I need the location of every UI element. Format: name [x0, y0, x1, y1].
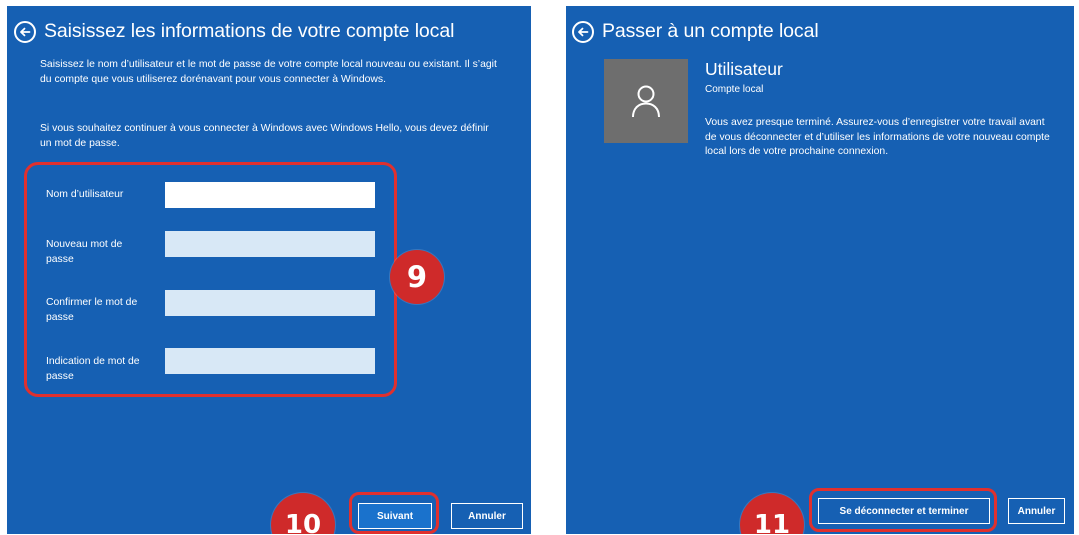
- finish-message: Vous avez presque terminé. Assurez-vous …: [705, 117, 1050, 158]
- account-type: Compte local: [705, 84, 764, 95]
- signout-button[interactable]: Se déconnecter et terminer: [818, 498, 990, 524]
- user-name: Utilisateur: [705, 59, 783, 79]
- form-highlight: [24, 162, 397, 397]
- title-row: Passer à un compte local: [572, 20, 819, 43]
- cancel-button[interactable]: Annuler: [451, 503, 523, 529]
- cancel-button[interactable]: Annuler: [1008, 498, 1065, 524]
- title-row: Saisissez les informations de votre comp…: [14, 20, 454, 43]
- step-badge-9: 9: [390, 250, 444, 304]
- back-arrow-icon[interactable]: [14, 20, 36, 43]
- hello-text: Si vous souhaitez continuer à vous conne…: [40, 123, 489, 149]
- step-badge-10: 10: [271, 493, 335, 534]
- page-title: Saisissez les informations de votre comp…: [44, 20, 455, 42]
- page-title: Passer à un compte local: [602, 20, 819, 42]
- avatar: [604, 59, 688, 143]
- next-button[interactable]: Suivant: [358, 503, 432, 529]
- step-badge-11: 11: [740, 493, 804, 534]
- user-icon: [632, 85, 660, 118]
- switch-to-local-panel: Passer à un compte local Utilisateur Com…: [566, 6, 1074, 534]
- local-account-info-panel: Saisissez les informations de votre comp…: [7, 6, 531, 534]
- intro-text: Saisissez le nom d’utilisateur et le mot…: [40, 59, 497, 85]
- back-arrow-icon[interactable]: [572, 20, 594, 43]
